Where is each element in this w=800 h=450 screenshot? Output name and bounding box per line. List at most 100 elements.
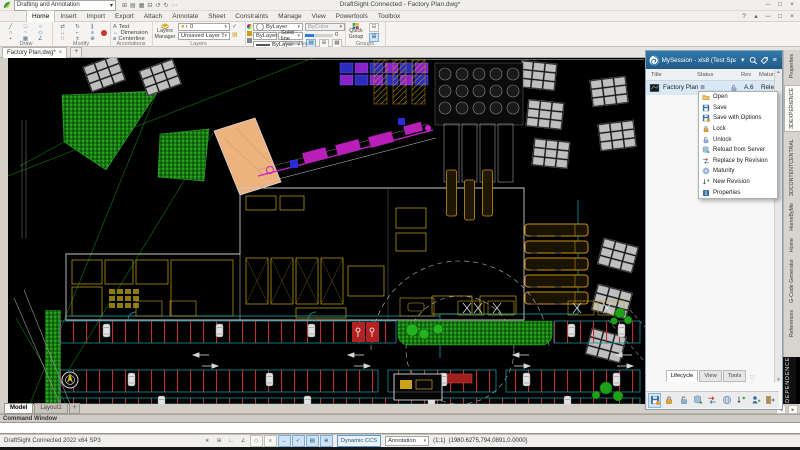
document-tab-factory-plan[interactable]: Factory Plan.dwg* × xyxy=(2,47,67,58)
tab-lifecycle[interactable]: Lifecycle xyxy=(666,370,699,382)
column-status[interactable]: Status xyxy=(697,72,741,78)
grid-toggle-icon[interactable]: ⊞ xyxy=(214,436,225,446)
menu-item-reload-from-server[interactable]: Reload from Server xyxy=(699,145,777,156)
dynamic-ccs-button[interactable]: Dynamic CCS xyxy=(337,435,381,447)
tab-home[interactable]: Home xyxy=(26,10,55,22)
lineweight-toggle-icon[interactable]: ↔ xyxy=(278,435,291,447)
workspace-dropdown[interactable]: Drafting and Annotation▾ xyxy=(14,0,116,11)
mysession-title: MySession - xls8 (Test Space) (... xyxy=(662,57,737,64)
etrack-toggle-icon[interactable]: ≡ xyxy=(264,435,277,447)
qat-more-icon[interactable]: ⋯ xyxy=(171,2,177,9)
minimize-button[interactable]: ─ xyxy=(762,0,774,9)
print-icon[interactable]: ⊟ xyxy=(147,2,152,9)
tab-view[interactable]: View xyxy=(307,11,331,22)
dynamic-input-toggle-icon[interactable]: ✓ xyxy=(292,435,305,447)
menu-item-properties[interactable]: Properties xyxy=(699,187,777,198)
doc-minimize-button[interactable]: ─ xyxy=(762,12,774,21)
redo-icon[interactable]: ↻ xyxy=(163,2,168,9)
sheet-scroll-right-icon[interactable]: ► xyxy=(788,405,798,414)
snap-toggle-icon[interactable]: ∗ xyxy=(202,436,213,446)
command-input-area[interactable] xyxy=(0,422,800,434)
tab-powertools[interactable]: Powertools xyxy=(331,11,373,22)
restore-button[interactable]: □ xyxy=(774,0,786,9)
menu-item-save[interactable]: Save xyxy=(699,103,777,114)
menu-item-replace-by-revision[interactable]: Replace by Revision xyxy=(699,156,777,167)
layer-check-icon[interactable]: ✓ xyxy=(232,23,238,30)
hamburger-menu-icon[interactable]: ≡ xyxy=(770,57,779,64)
tab-import[interactable]: Import xyxy=(82,11,110,22)
favorite-heart-icon[interactable]: ♡ xyxy=(749,374,755,382)
quick-input-toggle-icon[interactable]: ▤ xyxy=(306,435,319,447)
save-icon[interactable]: ▦ xyxy=(139,2,145,9)
palette-tab-3dcontentcentral[interactable]: 3DCONTENTCENTRAL xyxy=(785,139,800,196)
menu-item-save-with-options[interactable]: Save with Options xyxy=(699,113,777,124)
new-file-icon[interactable]: ⊞ xyxy=(122,2,127,9)
tab-view[interactable]: View xyxy=(699,370,721,382)
tab-annotate[interactable]: Annotate xyxy=(167,11,203,22)
menu-item-maturity[interactable]: Maturity xyxy=(699,166,777,177)
toolbar-replace-revision-button[interactable] xyxy=(706,393,719,408)
layer-tools-icon[interactable]: ▤ xyxy=(232,31,238,38)
menu-item-open[interactable]: Open xyxy=(699,92,777,103)
add-sheet-button[interactable]: + xyxy=(69,403,81,414)
scroll-down-icon[interactable]: ▼ xyxy=(775,377,782,382)
toolbar-save-button[interactable] xyxy=(648,393,661,408)
palette-tab-3dexperience[interactable]: 3DEXPERIENCE xyxy=(784,85,800,132)
layers-manager-button[interactable]: Layers Manager xyxy=(152,23,178,40)
close-button[interactable]: × xyxy=(786,0,798,9)
toolbar-maturity-button[interactable] xyxy=(720,393,733,408)
palette-tab-home[interactable]: Home xyxy=(785,238,800,252)
tab-export[interactable]: Export xyxy=(110,11,139,22)
quick-group-button[interactable]: Quick Group xyxy=(345,23,367,40)
open-file-icon[interactable]: ▤ xyxy=(130,2,136,9)
search-icon[interactable] xyxy=(749,56,758,65)
tab-toolbox[interactable]: Toolbox xyxy=(373,11,405,22)
palette-tab-references[interactable]: References xyxy=(785,310,800,337)
column-rev[interactable]: Rev xyxy=(741,72,759,78)
ortho-toggle-icon[interactable]: ∟ xyxy=(226,436,237,446)
tab-insert[interactable]: Insert xyxy=(55,11,81,22)
toolbar-new-revision-button[interactable] xyxy=(735,393,748,408)
toolbar-unlock-button[interactable] xyxy=(677,393,690,408)
tab-attach[interactable]: Attach xyxy=(139,11,167,22)
tab-manage[interactable]: Manage xyxy=(273,11,307,22)
command-window-titlebar[interactable]: Command Window xyxy=(0,414,800,422)
menu-item-unlock[interactable]: Unlock xyxy=(699,134,777,145)
tab-layout1[interactable]: Layout1 xyxy=(34,403,67,414)
line-style-name-dropdown[interactable]: Solid line▾ xyxy=(278,32,303,40)
tab-tools[interactable]: Tools xyxy=(723,370,747,382)
palette-tab-properties[interactable]: Properties xyxy=(785,54,800,78)
annotation-scale-dropdown[interactable]: Annotation▾ xyxy=(385,436,429,446)
collapse-ribbon-icon[interactable]: ▴ xyxy=(750,12,762,21)
tag-icon[interactable] xyxy=(760,56,769,65)
layer-state-dropdown[interactable]: Unsaved Layer State▾ xyxy=(178,32,230,40)
tab-model[interactable]: Model xyxy=(4,403,33,414)
transparency-slider[interactable]: 0 xyxy=(305,32,345,38)
doc-close-button[interactable]: × xyxy=(786,12,798,21)
layer-dropdown[interactable]: ●◐0▾ xyxy=(178,23,230,31)
power-trim-icon[interactable] xyxy=(101,30,107,36)
doc-restore-button[interactable]: □ xyxy=(774,12,786,21)
new-document-tab-button[interactable]: + xyxy=(70,47,82,58)
menu-item-lock[interactable]: Lock xyxy=(699,124,777,135)
toolbar-reload-button[interactable] xyxy=(691,393,704,408)
toolbar-lock-button[interactable] xyxy=(662,393,675,408)
help-icon[interactable]: ? xyxy=(738,12,750,21)
menu-item-new-revision[interactable]: New Revision xyxy=(699,177,777,188)
close-icon[interactable]: × xyxy=(59,50,63,56)
chevron-down-icon[interactable]: ▾ xyxy=(738,56,747,64)
line-style-dropdown[interactable]: ByLayer xyxy=(253,32,277,40)
entity-snaps-toggle-icon[interactable]: ⊕ xyxy=(320,435,333,447)
palette-tab-homebyme[interactable]: HomeByMe xyxy=(785,203,800,231)
undo-icon[interactable]: ↺ xyxy=(155,2,160,9)
palette-tab-gcode-generator[interactable]: G-Code Generator xyxy=(785,259,800,303)
esnap-toggle-icon[interactable]: ◇ xyxy=(250,435,263,447)
polar-toggle-icon[interactable]: ∠ xyxy=(238,436,249,446)
scroll-up-icon[interactable]: ▲ xyxy=(775,69,782,74)
column-title[interactable]: Title xyxy=(646,72,697,78)
toolbar-exit-button[interactable] xyxy=(764,393,777,408)
tab-constraints[interactable]: Constraints xyxy=(230,11,273,22)
tab-sheet[interactable]: Sheet xyxy=(203,11,230,22)
toolbar-share-button[interactable] xyxy=(749,393,762,408)
ungroup-icon[interactable]: ⊟ xyxy=(369,23,379,32)
